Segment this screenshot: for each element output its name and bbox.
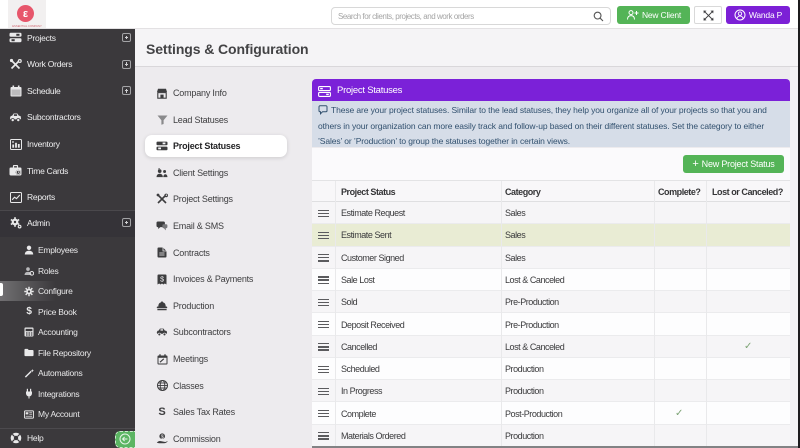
svg-text:$: $ [160,276,164,283]
svg-text:$: $ [161,435,164,441]
